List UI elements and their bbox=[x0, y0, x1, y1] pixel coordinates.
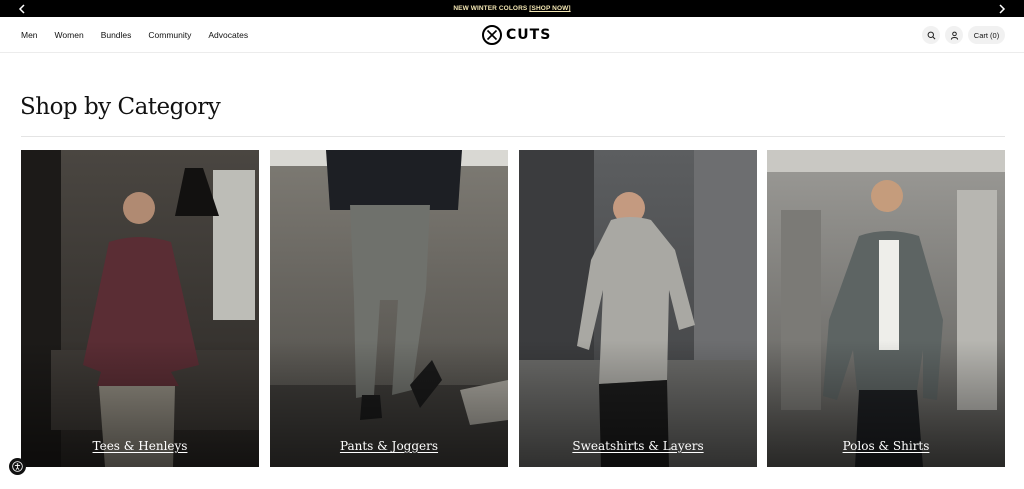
category-label[interactable]: Sweatshirts & Layers bbox=[519, 439, 757, 453]
logo-text: CUTS bbox=[506, 27, 552, 43]
announcement-text: NEW WINTER COLORS [SHOP NOW] bbox=[453, 5, 570, 12]
category-card-pants-joggers[interactable]: Pants & Joggers bbox=[270, 150, 508, 467]
pants-joggers-image bbox=[270, 150, 508, 467]
category-label[interactable]: Pants & Joggers bbox=[270, 439, 508, 453]
nav-link-men[interactable]: Men bbox=[21, 30, 38, 40]
accessibility-button[interactable] bbox=[9, 458, 26, 475]
search-button[interactable] bbox=[922, 26, 940, 44]
announcement-bar: NEW WINTER COLORS [SHOP NOW] bbox=[0, 0, 1024, 17]
chevron-left-icon bbox=[18, 3, 25, 14]
page-title: Shop by Category bbox=[20, 94, 221, 120]
shop-now-link[interactable]: [SHOP NOW] bbox=[529, 5, 570, 12]
category-card-polos-shirts[interactable]: Polos & Shirts bbox=[767, 150, 1005, 467]
category-label[interactable]: Tees & Henleys bbox=[21, 439, 259, 453]
account-button[interactable] bbox=[945, 26, 963, 44]
nav-link-women[interactable]: Women bbox=[55, 30, 84, 40]
polos-shirts-image bbox=[767, 150, 1005, 467]
main-nav: Men Women Bundles Community Advocates bbox=[21, 17, 265, 53]
cuts-logo-icon bbox=[482, 25, 502, 45]
category-card-tees-henleys[interactable]: Tees & Henleys bbox=[21, 150, 259, 467]
site-header: Men Women Bundles Community Advocates CU… bbox=[0, 17, 1024, 53]
announcement-message: NEW WINTER COLORS bbox=[453, 5, 528, 12]
search-icon bbox=[927, 31, 935, 39]
user-icon bbox=[950, 31, 958, 40]
site-logo[interactable]: CUTS bbox=[482, 24, 551, 46]
chevron-right-icon bbox=[999, 3, 1006, 14]
category-card-sweatshirts-layers[interactable]: Sweatshirts & Layers bbox=[519, 150, 757, 467]
announcement-next-button[interactable] bbox=[992, 0, 1012, 17]
title-divider bbox=[21, 136, 1005, 137]
cart-button[interactable]: Cart (0) bbox=[968, 26, 1005, 44]
tees-henleys-image bbox=[21, 150, 259, 467]
nav-link-community[interactable]: Community bbox=[148, 30, 191, 40]
nav-link-advocates[interactable]: Advocates bbox=[208, 30, 248, 40]
sweatshirts-layers-image bbox=[519, 150, 757, 467]
announcement-prev-button[interactable] bbox=[12, 0, 32, 17]
nav-link-bundles[interactable]: Bundles bbox=[101, 30, 132, 40]
accessibility-icon bbox=[12, 461, 23, 472]
category-label[interactable]: Polos & Shirts bbox=[767, 439, 1005, 453]
